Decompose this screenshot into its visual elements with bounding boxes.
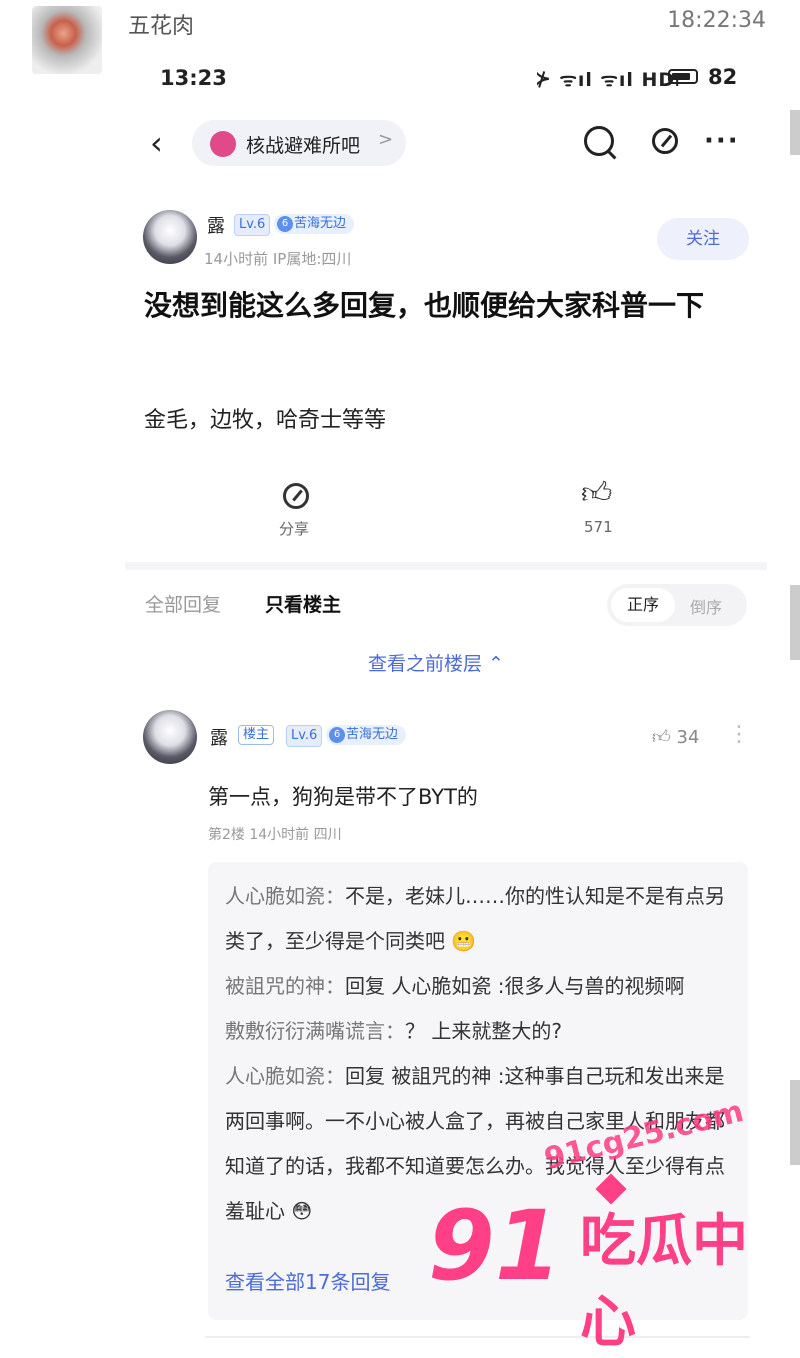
battery-value: 82 bbox=[708, 65, 738, 89]
commenter-avatar[interactable] bbox=[143, 710, 197, 764]
reply-item[interactable]: 敷敷衍衍满嘴谎言：？ 上来就整大的? bbox=[225, 1009, 730, 1054]
tab-op-only[interactable]: 只看楼主 bbox=[265, 590, 341, 617]
forum-logo-icon bbox=[210, 131, 236, 157]
reply-user[interactable]: 人心脆如瓷： bbox=[225, 1064, 345, 1088]
section-divider bbox=[125, 562, 767, 570]
forum-name[interactable]: 核战避难所吧 bbox=[246, 131, 360, 158]
edit-icon[interactable] bbox=[652, 128, 678, 154]
sort-asc-button[interactable]: 正序 bbox=[611, 588, 675, 622]
share-label[interactable]: 分享 bbox=[279, 518, 309, 539]
commenter-name[interactable]: 露 bbox=[210, 724, 228, 750]
tab-all-replies[interactable]: 全部回复 bbox=[145, 590, 221, 617]
level-badge: Lv.6 bbox=[234, 214, 271, 236]
title-badge: 苦海无边 bbox=[274, 214, 355, 234]
sort-desc-button[interactable]: 倒序 bbox=[690, 594, 722, 618]
like-count: 571 bbox=[584, 518, 613, 536]
sender-avatar[interactable] bbox=[32, 6, 102, 74]
reply-item[interactable]: 被詛咒的神：回复 人心脆如瓷 :很多人与兽的视频啊 bbox=[225, 964, 730, 1009]
battery-level-fill bbox=[672, 73, 690, 80]
post-body: 金毛，边牧，哈奇士等等 bbox=[144, 408, 387, 433]
comment-like[interactable]: 👍︎ 34 bbox=[652, 726, 699, 748]
op-badge: 楼主 bbox=[238, 725, 275, 745]
thumbs-up-icon: 👍︎ bbox=[652, 727, 671, 748]
more-vertical-icon[interactable]: ⋮ bbox=[728, 722, 750, 747]
share-icon[interactable] bbox=[283, 483, 309, 509]
more-icon[interactable]: ··· bbox=[704, 126, 740, 156]
battery-icon bbox=[668, 69, 698, 84]
reply-list: 人心脆如瓷：不是，老妹儿……你的性认知是不是有点另类了，至少得是个同类吧 😬 被… bbox=[225, 874, 730, 1234]
reply-text: 回复 人心脆如瓷 :很多人与兽的视频啊 bbox=[345, 974, 685, 998]
message-time: 18:22:34 bbox=[667, 8, 766, 33]
comment-like-count: 34 bbox=[676, 727, 700, 748]
follow-button[interactable]: 关注 bbox=[657, 218, 749, 260]
reply-text: ？ 上来就整大的? bbox=[405, 1019, 562, 1043]
reply-user[interactable]: 被詛咒的神： bbox=[225, 974, 345, 998]
scrollbar-segment bbox=[790, 585, 800, 660]
sender-name: 五花肉 bbox=[128, 14, 195, 39]
view-previous-floors-link[interactable]: 查看之前楼层 ⌃ bbox=[368, 649, 504, 676]
author-avatar[interactable] bbox=[143, 210, 197, 264]
comment-meta: 第2楼 14小时前 四川 bbox=[208, 827, 342, 843]
reply-item[interactable]: 人心脆如瓷：不是，老妹儿……你的性认知是不是有点另类了，至少得是个同类吧 😬 bbox=[225, 874, 730, 964]
watermark-label: 吃瓜中心 bbox=[580, 1209, 748, 1355]
search-icon[interactable] bbox=[584, 126, 614, 156]
scrollbar-segment bbox=[790, 110, 800, 155]
level-badge: Lv.6 bbox=[286, 725, 323, 747]
scrollbar-segment bbox=[790, 1080, 800, 1165]
author-name[interactable]: 露 bbox=[207, 212, 225, 238]
chevron-left-icon[interactable]: ‹ bbox=[150, 124, 163, 162]
status-time: 13:23 bbox=[160, 66, 227, 90]
post-meta: 14小时前 IP属地:四川 bbox=[204, 250, 352, 268]
thumbs-up-icon[interactable]: 👍︎ bbox=[581, 476, 612, 512]
reply-user[interactable]: 人心脆如瓷： bbox=[225, 884, 345, 908]
chevron-right-icon: > bbox=[378, 129, 394, 150]
reply-user[interactable]: 敷敷衍衍满嘴谎言： bbox=[225, 1019, 405, 1043]
watermark-number: 91 bbox=[428, 1190, 562, 1302]
signal-indicators: ⊁ ᯤıl ᯤıl HDᵢ bbox=[535, 69, 681, 91]
comment-text: 第一点，狗狗是带不了BYT的 bbox=[208, 785, 478, 809]
title-badge: 苦海无边 bbox=[326, 725, 407, 745]
post-title: 没想到能这么多回复，也顺便给大家科普一下 bbox=[144, 289, 705, 322]
view-all-replies-link[interactable]: 查看全部17条回复 bbox=[225, 1266, 390, 1295]
